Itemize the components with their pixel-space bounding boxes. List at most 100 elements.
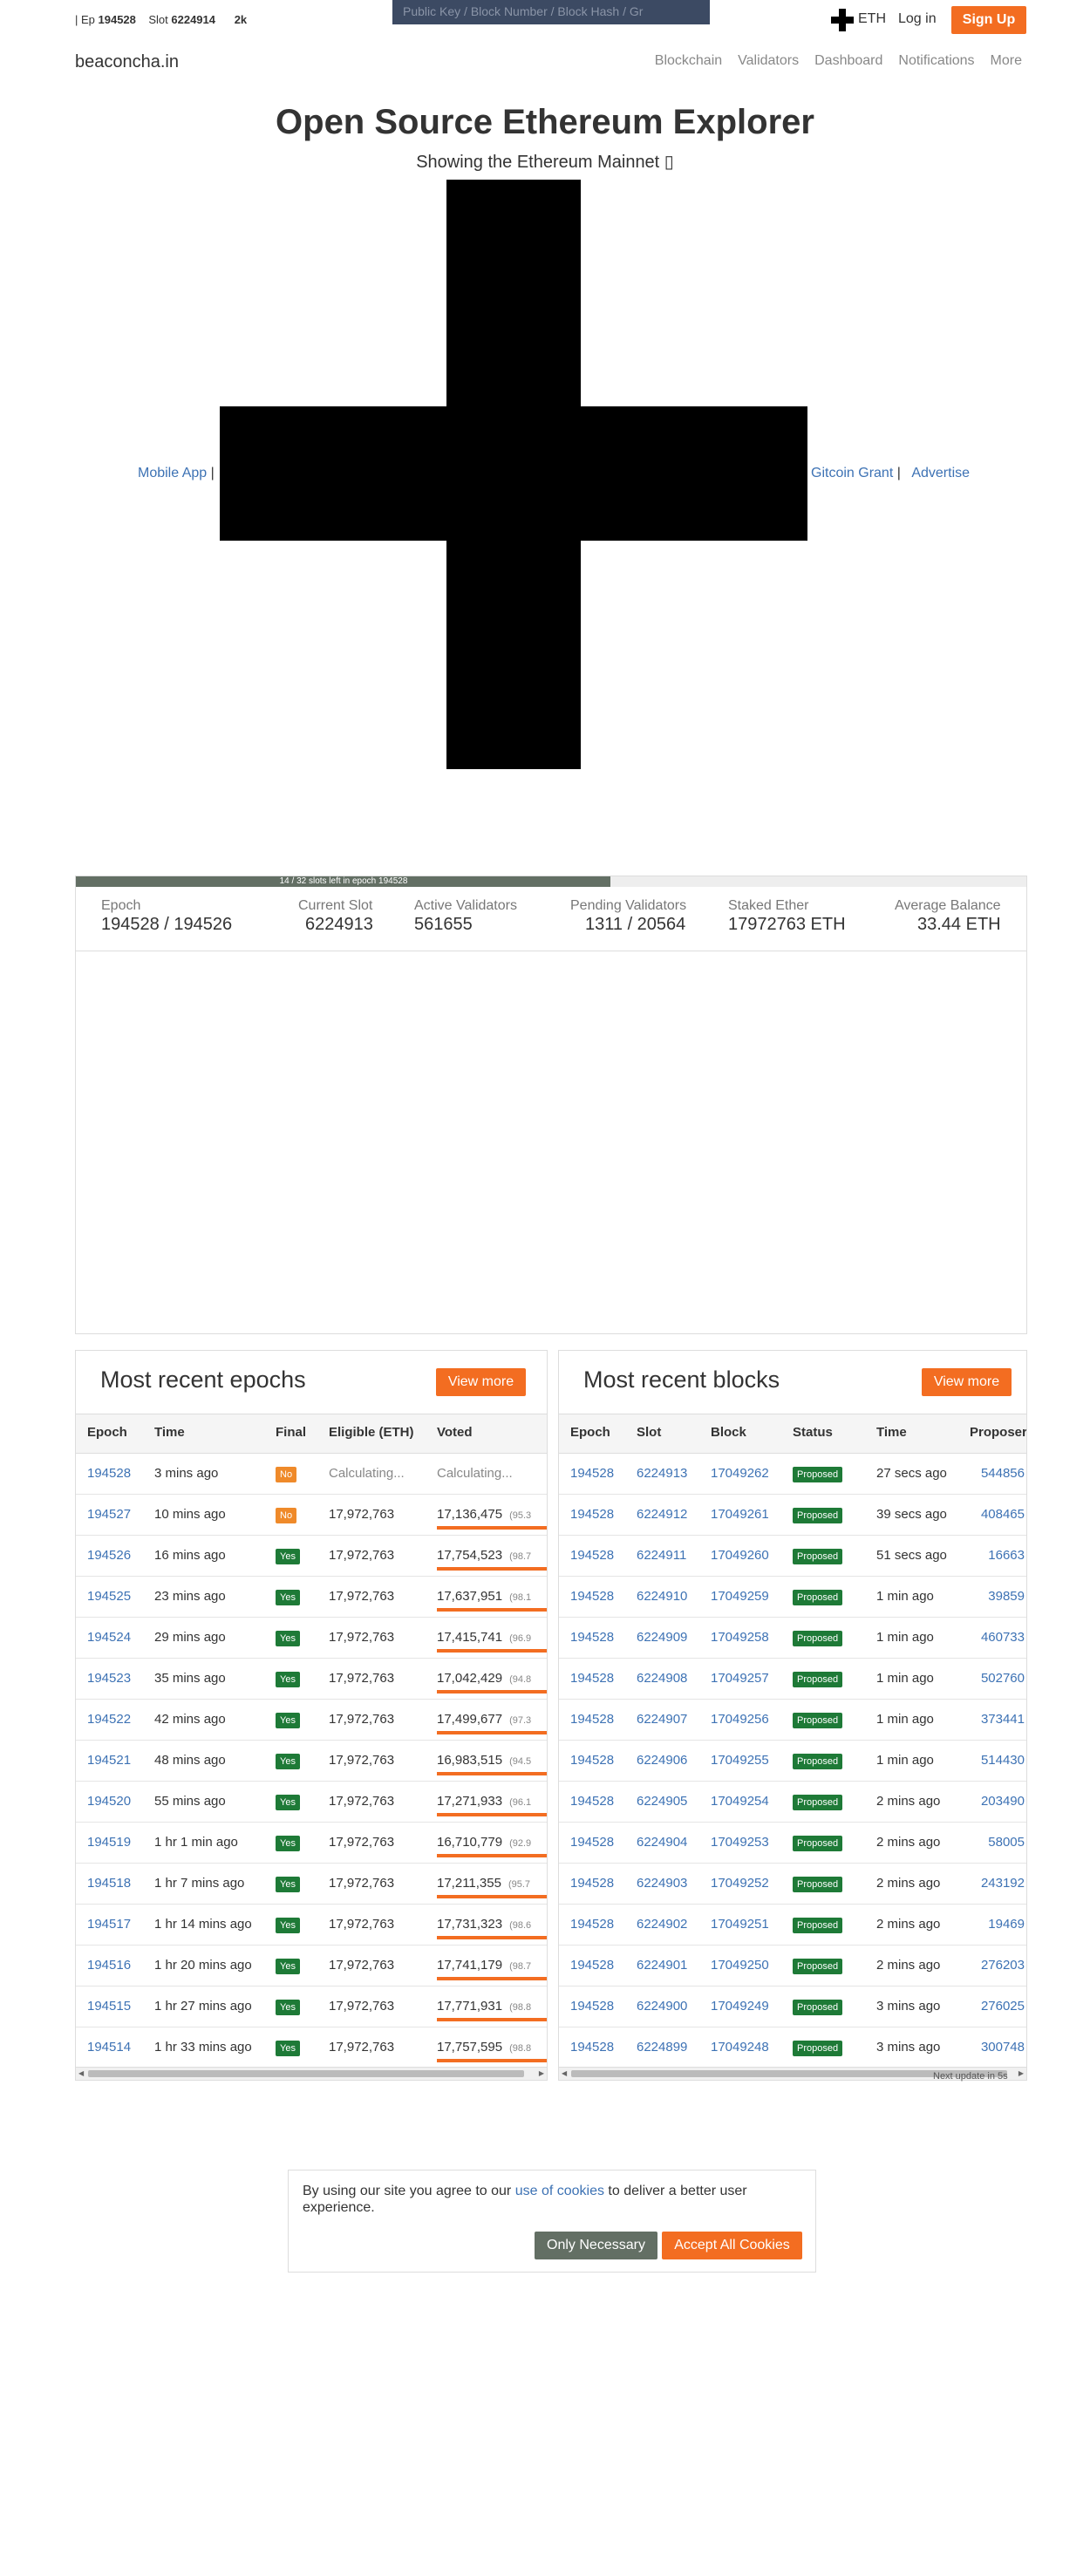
proposer-link[interactable]: 514430 <box>981 1753 1025 1768</box>
epoch-link[interactable]: 194528 <box>570 1589 614 1604</box>
block-link[interactable]: 17049254 <box>711 1794 769 1809</box>
epoch-link[interactable]: 194528 <box>570 1630 614 1645</box>
epoch-link[interactable]: 194515 <box>87 1999 131 2014</box>
proposer-link[interactable]: 300748 <box>981 2040 1025 2055</box>
epoch-link[interactable]: 194528 <box>570 1794 614 1809</box>
epoch-link[interactable]: 194519 <box>87 1835 131 1850</box>
only-necessary-button[interactable]: Only Necessary <box>535 2232 657 2259</box>
nav-more[interactable]: More <box>991 53 1022 69</box>
proposer-link[interactable]: 243192 <box>981 1876 1025 1891</box>
nav-dashboard[interactable]: Dashboard <box>814 53 882 69</box>
epoch-link[interactable]: 194528 <box>570 1671 614 1686</box>
epoch-link[interactable]: 194528 <box>570 1999 614 2014</box>
epoch-link[interactable]: 194526 <box>87 1548 131 1563</box>
epoch-link[interactable]: 194528 <box>570 1835 614 1850</box>
th-epoch[interactable]: Epoch <box>87 1425 127 1440</box>
slot-link[interactable]: 6224899 <box>637 2040 687 2055</box>
epoch-link[interactable]: 194528 <box>570 1917 614 1932</box>
epoch-link[interactable]: 194517 <box>87 1917 131 1932</box>
slot-link[interactable]: 6224905 <box>637 1794 687 1809</box>
proposer-link[interactable]: 544856 <box>981 1466 1025 1481</box>
signup-button[interactable]: Sign Up <box>951 6 1026 34</box>
th-proposer[interactable]: Proposer <box>970 1425 1026 1440</box>
cookie-policy-link[interactable]: use of cookies <box>515 2184 604 2198</box>
slot-link[interactable]: 6224910 <box>637 1589 687 1604</box>
proposer-link[interactable]: 39859 <box>988 1589 1025 1604</box>
epoch-link[interactable]: 194525 <box>87 1589 131 1604</box>
block-link[interactable]: 17049255 <box>711 1753 769 1768</box>
current-slot[interactable]: 6224914 <box>171 13 215 26</box>
brand-logo[interactable]: beaconcha.in <box>75 52 179 72</box>
epoch-link[interactable]: 194518 <box>87 1876 131 1891</box>
slot-link[interactable]: 6224902 <box>637 1917 687 1932</box>
slot-link[interactable]: 6224912 <box>637 1507 687 1522</box>
proposer-link[interactable]: 408465 <box>981 1507 1025 1522</box>
epoch-link[interactable]: 194528 <box>570 1958 614 1973</box>
epochs-view-more-button[interactable]: View more <box>436 1368 526 1396</box>
nav-validators[interactable]: Validators <box>738 53 799 69</box>
epoch-link[interactable]: 194524 <box>87 1630 131 1645</box>
block-link[interactable]: 17049249 <box>711 1999 769 2014</box>
epoch-link[interactable]: 194521 <box>87 1753 131 1768</box>
epoch-link[interactable]: 194528 <box>570 1712 614 1727</box>
login-link[interactable]: Log in <box>898 11 937 27</box>
mobile-app-link[interactable]: Mobile App <box>138 466 207 480</box>
th-status[interactable]: Status <box>793 1425 833 1440</box>
block-link[interactable]: 17049250 <box>711 1958 769 1973</box>
block-link[interactable]: 17049258 <box>711 1630 769 1645</box>
epoch-link[interactable]: 194522 <box>87 1712 131 1727</box>
th-epoch[interactable]: Epoch <box>570 1425 610 1440</box>
slot-link[interactable]: 6224906 <box>637 1753 687 1768</box>
gitcoin-grant-link[interactable]: Gitcoin Grant <box>811 466 893 480</box>
epoch-link[interactable]: 194528 <box>570 1876 614 1891</box>
block-link[interactable]: 17049253 <box>711 1835 769 1850</box>
proposer-link[interactable]: 58005 <box>988 1835 1025 1850</box>
block-link[interactable]: 17049259 <box>711 1589 769 1604</box>
th-voted[interactable]: Voted <box>437 1425 473 1440</box>
th-final[interactable]: Final <box>276 1425 306 1440</box>
proposer-link[interactable]: 460733 <box>981 1630 1025 1645</box>
advertise-link[interactable]: Advertise <box>911 466 970 480</box>
block-link[interactable]: 17049262 <box>711 1466 769 1481</box>
block-link[interactable]: 17049252 <box>711 1876 769 1891</box>
search-input[interactable]: Public Key / Block Number / Block Hash /… <box>392 0 710 24</box>
epoch-link[interactable]: 194528 <box>570 1507 614 1522</box>
proposer-link[interactable]: 16663 <box>988 1548 1025 1563</box>
proposer-link[interactable]: 502760 <box>981 1671 1025 1686</box>
currency-selector[interactable]: ETH <box>858 11 886 27</box>
slot-link[interactable]: 6224908 <box>637 1671 687 1686</box>
th-eligible[interactable]: Eligible (ETH) <box>329 1425 414 1440</box>
nav-notifications[interactable]: Notifications <box>898 53 974 69</box>
proposer-link[interactable]: 203490 <box>981 1794 1025 1809</box>
epoch-link[interactable]: 194527 <box>87 1507 131 1522</box>
epochs-scrollbar[interactable]: ◀ ▶ <box>76 2067 547 2080</box>
epoch-link[interactable]: 194520 <box>87 1794 131 1809</box>
slot-link[interactable]: 6224907 <box>637 1712 687 1727</box>
current-epoch[interactable]: 194528 <box>99 13 136 26</box>
proposer-link[interactable]: 19469 <box>988 1917 1025 1932</box>
th-slot[interactable]: Slot <box>637 1425 661 1440</box>
plus-icon[interactable] <box>831 9 854 31</box>
slot-link[interactable]: 6224904 <box>637 1835 687 1850</box>
epoch-link[interactable]: 194528 <box>570 1548 614 1563</box>
epoch-link[interactable]: 194514 <box>87 2040 131 2055</box>
proposer-link[interactable]: 276025 <box>981 1999 1025 2014</box>
block-link[interactable]: 17049256 <box>711 1712 769 1727</box>
blocks-view-more-button[interactable]: View more <box>922 1368 1012 1396</box>
accept-all-cookies-button[interactable]: Accept All Cookies <box>662 2232 802 2259</box>
nav-blockchain[interactable]: Blockchain <box>655 53 722 69</box>
block-link[interactable]: 17049251 <box>711 1917 769 1932</box>
th-block[interactable]: Block <box>711 1425 746 1440</box>
th-time[interactable]: Time <box>154 1425 185 1440</box>
block-link[interactable]: 17049257 <box>711 1671 769 1686</box>
proposer-link[interactable]: 276203 <box>981 1958 1025 1973</box>
slot-link[interactable]: 6224909 <box>637 1630 687 1645</box>
epoch-link[interactable]: 194523 <box>87 1671 131 1686</box>
epoch-link[interactable]: 194516 <box>87 1958 131 1973</box>
slot-link[interactable]: 6224913 <box>637 1466 687 1481</box>
epoch-link[interactable]: 194528 <box>87 1466 131 1481</box>
proposer-link[interactable]: 373441 <box>981 1712 1025 1727</box>
th-time[interactable]: Time <box>876 1425 907 1440</box>
block-link[interactable]: 17049261 <box>711 1507 769 1522</box>
slot-link[interactable]: 6224900 <box>637 1999 687 2014</box>
